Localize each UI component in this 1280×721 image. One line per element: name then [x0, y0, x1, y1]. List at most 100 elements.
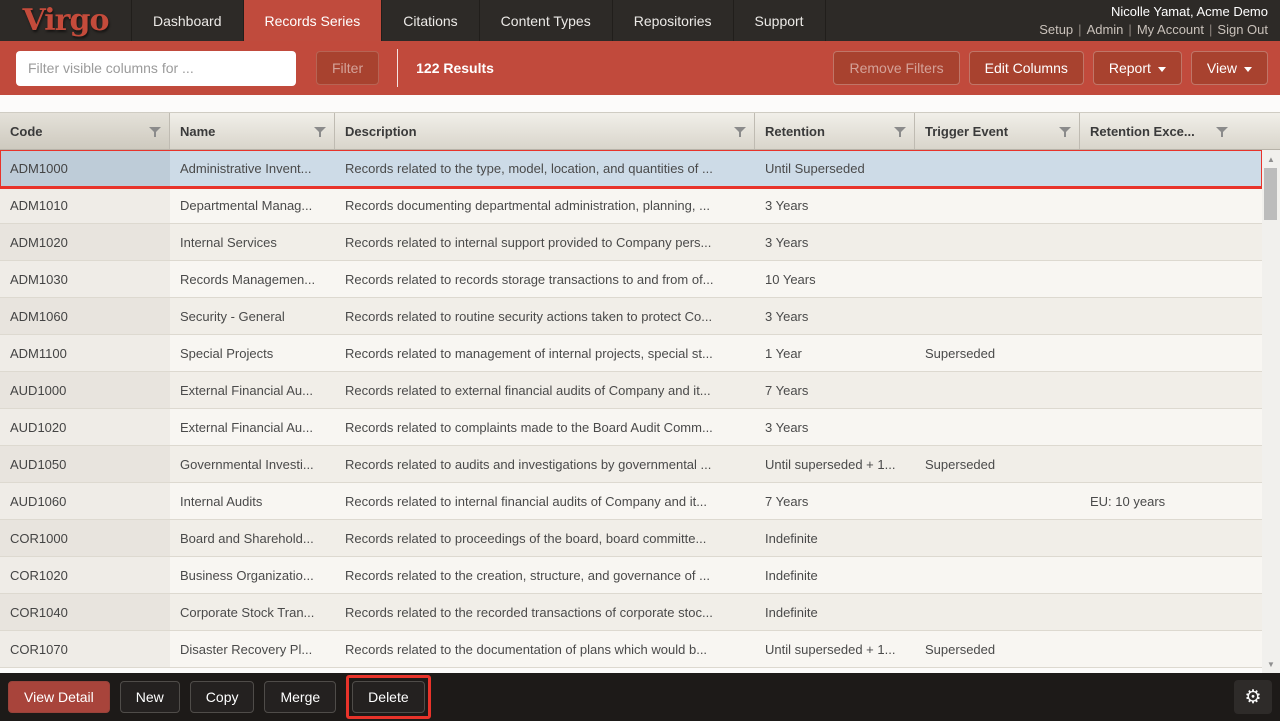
- delete-button[interactable]: Delete: [352, 681, 424, 713]
- cell-retention-exception: [1080, 335, 1262, 371]
- edit-columns-button[interactable]: Edit Columns: [969, 51, 1084, 85]
- filter-funnel-icon[interactable]: [1059, 126, 1071, 137]
- filter-funnel-icon[interactable]: [1216, 126, 1228, 137]
- column-header-retention[interactable]: Retention: [755, 113, 915, 149]
- table-row-adm1100[interactable]: ADM1100Special ProjectsRecords related t…: [0, 335, 1262, 372]
- delete-annotation-highlight: Delete: [346, 675, 430, 719]
- column-label: Retention: [765, 124, 888, 139]
- user-name: Nicolle Yamat, Acme Demo: [1039, 3, 1268, 21]
- column-label: Description: [345, 124, 728, 139]
- report-button[interactable]: Report: [1093, 51, 1182, 85]
- user-link-setup[interactable]: Setup: [1039, 22, 1073, 37]
- cell-name: Board and Sharehold...: [170, 520, 335, 556]
- nav-tab-support[interactable]: Support: [734, 0, 826, 41]
- nav-tab-repositories[interactable]: Repositories: [613, 0, 734, 41]
- filter-input[interactable]: [16, 51, 296, 86]
- cell-retention-exception: [1080, 520, 1262, 556]
- grid-rows: ADM1000Administrative Invent...Records r…: [0, 150, 1262, 673]
- cell-code: ADM1000: [0, 150, 170, 186]
- table-row-aud1020[interactable]: AUD1020External Financial Au...Records r…: [0, 409, 1262, 446]
- grid-header-row: Code Name Description Retention Trigger Even…: [0, 112, 1280, 150]
- filter-funnel-icon[interactable]: [734, 126, 746, 137]
- table-row-aud1060[interactable]: AUD1060Internal AuditsRecords related to…: [0, 483, 1262, 520]
- filter-funnel-icon[interactable]: [894, 126, 906, 137]
- table-row-cor1040[interactable]: COR1040Corporate Stock Tran...Records re…: [0, 594, 1262, 631]
- column-header-retention-exce[interactable]: Retention Exce...: [1080, 113, 1280, 149]
- toolbar-actions: Remove Filters Edit Columns Report View: [833, 51, 1268, 85]
- filter-button[interactable]: Filter: [316, 51, 379, 85]
- copy-button[interactable]: Copy: [190, 681, 255, 713]
- cell-code: AUD1050: [0, 446, 170, 482]
- view-button[interactable]: View: [1191, 51, 1268, 85]
- nav-tab-content-types[interactable]: Content Types: [480, 0, 613, 41]
- table-row-adm1020[interactable]: ADM1020Internal ServicesRecords related …: [0, 224, 1262, 261]
- cell-trigger-event: [915, 261, 1080, 297]
- table-row-aud1050[interactable]: AUD1050Governmental Investi...Records re…: [0, 446, 1262, 483]
- cell-trigger-event: [915, 520, 1080, 556]
- cell-code: ADM1030: [0, 261, 170, 297]
- cell-code: ADM1010: [0, 187, 170, 223]
- filter-funnel-icon[interactable]: [149, 126, 161, 137]
- cell-code: AUD1060: [0, 483, 170, 519]
- column-label: Name: [180, 124, 308, 139]
- cell-retention-exception: [1080, 298, 1262, 334]
- view-detail-button[interactable]: View Detail: [8, 681, 110, 713]
- logo-box[interactable]: Virgo: [0, 0, 132, 41]
- cell-name: Departmental Manag...: [170, 187, 335, 223]
- user-link-admin[interactable]: Admin: [1087, 22, 1124, 37]
- remove-filters-button[interactable]: Remove Filters: [833, 51, 959, 85]
- cell-retention: 7 Years: [755, 372, 915, 408]
- nav-tab-dashboard[interactable]: Dashboard: [132, 0, 244, 41]
- table-row-adm1030[interactable]: ADM1030Records Managemen...Records relat…: [0, 261, 1262, 298]
- vertical-scrollbar[interactable]: ▲ ▼: [1262, 150, 1280, 673]
- user-link-my-account[interactable]: My Account: [1137, 22, 1204, 37]
- cell-retention: 3 Years: [755, 187, 915, 223]
- nav-tab-citations[interactable]: Citations: [382, 0, 479, 41]
- column-label: Code: [10, 124, 143, 139]
- cell-name: Internal Services: [170, 224, 335, 260]
- cell-trigger-event: [915, 594, 1080, 630]
- cell-code: COR1040: [0, 594, 170, 630]
- table-row-adm1000[interactable]: ADM1000Administrative Invent...Records r…: [0, 150, 1262, 187]
- cell-name: Security - General: [170, 298, 335, 334]
- action-bar: View Detail New Copy Merge Delete ⚙: [0, 673, 1280, 721]
- scroll-down-icon[interactable]: ▼: [1262, 657, 1280, 671]
- cell-retention: 3 Years: [755, 298, 915, 334]
- scrollbar-thumb[interactable]: [1264, 168, 1277, 220]
- table-row-adm1010[interactable]: ADM1010Departmental Manag...Records docu…: [0, 187, 1262, 224]
- table-row-adm1060[interactable]: ADM1060Security - GeneralRecords related…: [0, 298, 1262, 335]
- table-row-cor1070[interactable]: COR1070Disaster Recovery Pl...Records re…: [0, 631, 1262, 668]
- column-header-name[interactable]: Name: [170, 113, 335, 149]
- cell-name: Internal Audits: [170, 483, 335, 519]
- filter-funnel-icon[interactable]: [314, 126, 326, 137]
- cell-description: Records related to management of interna…: [335, 335, 755, 371]
- cell-code: COR1020: [0, 557, 170, 593]
- table-row-aud1000[interactable]: AUD1000External Financial Au...Records r…: [0, 372, 1262, 409]
- column-header-description[interactable]: Description: [335, 113, 755, 149]
- cell-name: Corporate Stock Tran...: [170, 594, 335, 630]
- user-link-sign-out[interactable]: Sign Out: [1217, 22, 1268, 37]
- records-grid: Code Name Description Retention Trigger Even…: [0, 95, 1280, 673]
- cell-description: Records related to external financial au…: [335, 372, 755, 408]
- merge-button[interactable]: Merge: [264, 681, 336, 713]
- scroll-up-icon[interactable]: ▲: [1262, 152, 1280, 166]
- table-row-cor1020[interactable]: COR1020Business Organizatio...Records re…: [0, 557, 1262, 594]
- new-button[interactable]: New: [120, 681, 180, 713]
- nav-tab-records-series[interactable]: Records Series: [244, 0, 383, 41]
- cell-retention-exception: [1080, 631, 1262, 667]
- column-header-trigger-event[interactable]: Trigger Event: [915, 113, 1080, 149]
- column-header-code[interactable]: Code: [0, 113, 170, 149]
- cell-trigger-event: Superseded: [915, 631, 1080, 667]
- cell-retention: Indefinite: [755, 594, 915, 630]
- chevron-down-icon: [1158, 67, 1166, 72]
- table-row-cor1000[interactable]: COR1000Board and Sharehold...Records rel…: [0, 520, 1262, 557]
- cell-description: Records related to the documentation of …: [335, 631, 755, 667]
- settings-button[interactable]: ⚙: [1234, 680, 1272, 714]
- cell-description: Records documenting departmental adminis…: [335, 187, 755, 223]
- link-separator: |: [1209, 22, 1212, 37]
- cell-trigger-event: [915, 298, 1080, 334]
- link-separator: |: [1128, 22, 1131, 37]
- cell-retention: Indefinite: [755, 520, 915, 556]
- cell-description: Records related to routine security acti…: [335, 298, 755, 334]
- cell-retention-exception: [1080, 594, 1262, 630]
